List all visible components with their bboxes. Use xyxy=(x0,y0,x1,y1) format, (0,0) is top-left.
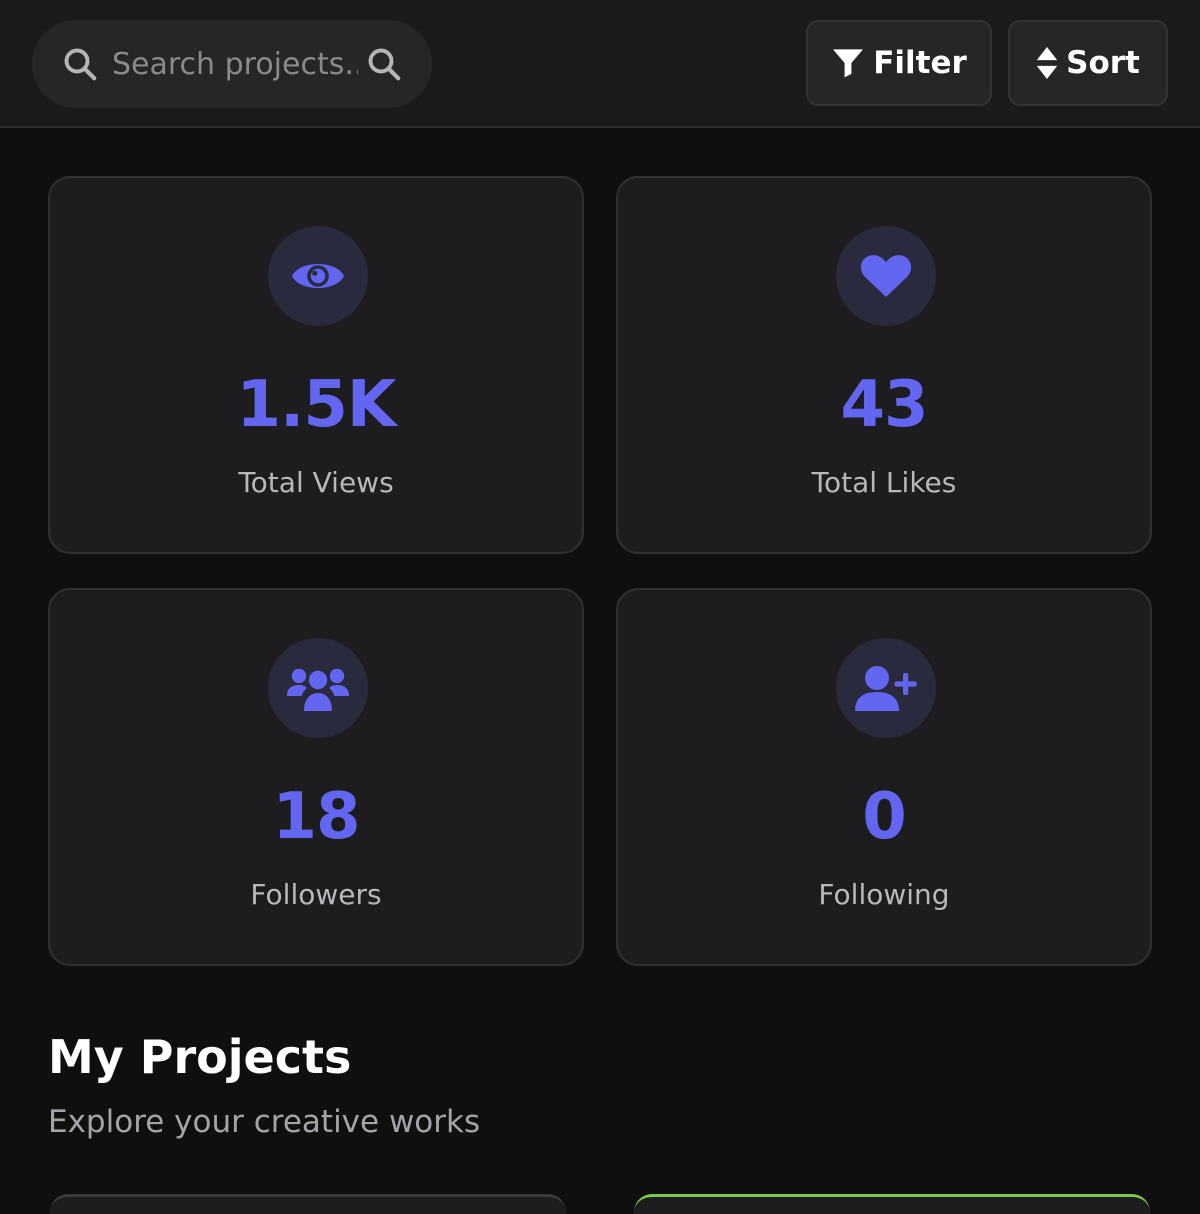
stat-label: Followers xyxy=(250,878,382,911)
users-icon xyxy=(287,668,349,711)
section-title: My Projects xyxy=(48,1030,352,1084)
top-bar: Filter Sort xyxy=(0,0,1200,128)
stat-value: 18 xyxy=(272,780,360,854)
sort-button[interactable]: Sort xyxy=(1008,20,1168,106)
stat-icon-badge xyxy=(836,226,936,326)
search-input[interactable] xyxy=(112,46,358,82)
section-subtitle: Explore your creative works xyxy=(48,1104,481,1140)
search-submit-icon[interactable] xyxy=(366,46,402,82)
stat-card-followers: 18 Followers xyxy=(48,588,584,966)
search-bar[interactable] xyxy=(32,20,432,108)
stat-icon-badge xyxy=(268,638,368,738)
stat-value: 1.5K xyxy=(236,368,397,442)
stat-card-following: 0 Following xyxy=(616,588,1152,966)
stat-card-likes: 43 Total Likes xyxy=(616,176,1152,554)
stat-icon-badge xyxy=(836,638,936,738)
user-plus-icon xyxy=(855,666,917,711)
sort-label: Sort xyxy=(1066,45,1140,81)
stat-icon-badge xyxy=(268,226,368,326)
filter-icon xyxy=(833,49,864,78)
stat-label: Total Views xyxy=(238,466,394,499)
stat-label: Total Likes xyxy=(811,466,957,499)
sort-icon xyxy=(1036,47,1058,79)
stat-card-views: 1.5K Total Views xyxy=(48,176,584,554)
filter-button[interactable]: Filter xyxy=(806,20,992,106)
project-card[interactable] xyxy=(50,1194,566,1214)
search-icon xyxy=(64,48,97,81)
project-card[interactable] xyxy=(634,1194,1150,1214)
heart-icon xyxy=(860,255,912,297)
filter-label: Filter xyxy=(873,45,967,81)
stat-label: Following xyxy=(818,878,950,911)
eye-icon xyxy=(292,264,344,288)
stat-value: 43 xyxy=(840,368,928,442)
stat-value: 0 xyxy=(862,780,907,854)
